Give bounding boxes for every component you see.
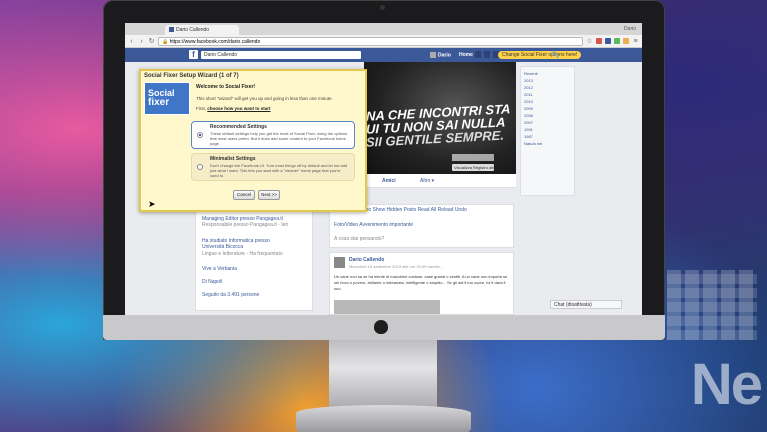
year-item[interactable]: Recenti: [524, 70, 571, 77]
facebook-home-link[interactable]: Home: [459, 52, 473, 58]
option-recommended-settings[interactable]: Recommended Settings These default setti…: [191, 121, 355, 149]
friend-requests-icon[interactable]: [475, 51, 481, 58]
avatar: [430, 52, 436, 58]
composer-options[interactable]: Foto/Video Avvenimento importante: [334, 222, 413, 228]
next-button[interactable]: Next >>: [258, 190, 280, 200]
avatar[interactable]: [334, 257, 345, 268]
monitor-stand-base: [296, 405, 471, 432]
composer-input[interactable]: A cosa stai pensando?: [334, 236, 384, 242]
about-education-detail: Lingue e letterature - Ha frequentato: [202, 251, 283, 257]
social-fixer-logo: Social fixer: [144, 82, 190, 115]
wrench-icon[interactable]: 🔧: [551, 51, 560, 59]
wizard-first-step: First, choose how you want to start: [196, 106, 271, 111]
about-from[interactable]: Di Napoli: [202, 279, 222, 285]
browser-tab[interactable]: Dario Callendo: [165, 25, 239, 35]
year-item[interactable]: 2011: [524, 91, 571, 98]
extension-icon[interactable]: [623, 38, 629, 44]
tab-more[interactable]: Altro ▾: [420, 178, 434, 184]
about-panel: Managing Editor presso Pangagea.it Respo…: [195, 211, 313, 311]
social-fixer-wizard-dialog: Social Fixer Setup Wizard (1 of 7) Socia…: [139, 69, 367, 212]
wizard-intro: This short "wizard" will get you up and …: [196, 96, 333, 101]
mouse-cursor-icon: ➤: [148, 199, 156, 209]
activity-log-button[interactable]: Visualizza Registro attività: [452, 164, 494, 171]
wizard-title: Social Fixer Setup Wizard (1 of 7): [144, 73, 239, 79]
monitor-chin: [103, 315, 665, 340]
back-icon[interactable]: ‹: [128, 38, 135, 45]
about-work-detail: Responsabile presso Pangagea.it - Ieri: [202, 222, 289, 228]
facebook-notification-icons: [475, 51, 499, 58]
extension-icon[interactable]: [596, 38, 602, 44]
post-author[interactable]: Dario Callendo: [349, 257, 384, 263]
background-lettering: Ne: [690, 352, 763, 417]
year-item[interactable]: Nato/a nel: [524, 140, 571, 147]
year-item[interactable]: 2007: [524, 119, 571, 126]
forward-icon[interactable]: ›: [138, 38, 145, 45]
chat-bar[interactable]: Chat (disattivata): [550, 300, 622, 309]
url-bar[interactable]: 🔒 https://www.facebook.com/dario.callend…: [158, 36, 583, 46]
radio-recommended[interactable]: [197, 132, 203, 138]
about-lives-in[interactable]: Vive a Verbania: [202, 266, 237, 272]
cancel-button[interactable]: Cancel: [233, 190, 255, 200]
radio-minimalist[interactable]: [197, 164, 203, 170]
browser-toolbar: ‹ › ↻ 🔒 https://www.facebook.com/dario.c…: [125, 35, 642, 48]
monitor-stand: [329, 340, 437, 410]
year-item[interactable]: 1987: [524, 133, 571, 140]
profile-tabs: Amici Altro ▾: [364, 174, 516, 188]
camera-icon: [380, 5, 385, 10]
apple-logo-icon: [374, 320, 388, 334]
facebook-search-input[interactable]: Dario Callendo: [201, 51, 361, 59]
window-user-label: Dario: [624, 26, 636, 32]
post-media[interactable]: [334, 300, 440, 314]
wizard-welcome: Welcome to Social Fixer!: [196, 84, 256, 90]
about-education[interactable]: Ha studiato Informatica presso Universit…: [202, 238, 282, 250]
year-item[interactable]: 2012: [524, 84, 571, 91]
facebook-logo-icon[interactable]: f: [189, 50, 198, 59]
post-text: Un cane non sa se ha niente di macchine …: [334, 274, 508, 291]
facebook-favicon-icon: [169, 27, 174, 33]
reload-icon[interactable]: ↻: [148, 37, 155, 45]
url-text: https://www.facebook.com/dario.callendo: [169, 38, 261, 45]
screen: Dario Callendo Dario ‹ › ↻ 🔒 https://www…: [125, 23, 642, 315]
year-item[interactable]: 2010: [524, 98, 571, 105]
year-item[interactable]: 2008: [524, 112, 571, 119]
extension-icon[interactable]: [614, 38, 620, 44]
background-tiles: [667, 270, 757, 340]
browser-tab-bar: Dario Callendo Dario: [125, 23, 642, 35]
right-column: Recenti 2013 2012 2011 2010 2009 2008 20…: [520, 62, 642, 315]
option-minimalist-settings[interactable]: Minimalist Settings Don't change the Fac…: [191, 153, 355, 181]
tab-friends[interactable]: Amici: [382, 178, 396, 184]
update-info-button[interactable]: [452, 154, 494, 161]
year-item[interactable]: 2013: [524, 77, 571, 84]
about-followers[interactable]: Seguito da 3.491 persone: [202, 292, 259, 298]
cover-photo: NA CHE INCONTRI STA UI TU NON SAI NULLA …: [364, 62, 516, 174]
messages-icon[interactable]: [484, 51, 490, 58]
social-fixer-options-badge[interactable]: Change Social Fixer options here!: [498, 51, 582, 59]
tab-title: Dario Callendo: [176, 27, 210, 33]
cover-text: NA CHE INCONTRI STA UI TU NON SAI NULLA …: [366, 101, 511, 150]
facebook-header: f Dario Callendo Dario Home Change Socia…: [125, 48, 642, 62]
star-icon[interactable]: ☆: [586, 37, 593, 45]
year-item[interactable]: 1991: [524, 126, 571, 133]
year-item[interactable]: 2009: [524, 105, 571, 112]
extension-icon[interactable]: [605, 38, 611, 44]
facebook-user-link[interactable]: Dario: [430, 52, 451, 58]
menu-icon[interactable]: ≡: [632, 38, 639, 45]
post-meta: Mercoledì 18 settembre 2013 alle ore 20:…: [349, 264, 445, 269]
timeline-post: Dario Callendo Mercoledì 18 settembre 20…: [329, 252, 514, 315]
timeline-years: Recenti 2013 2012 2011 2010 2009 2008 20…: [520, 66, 575, 196]
